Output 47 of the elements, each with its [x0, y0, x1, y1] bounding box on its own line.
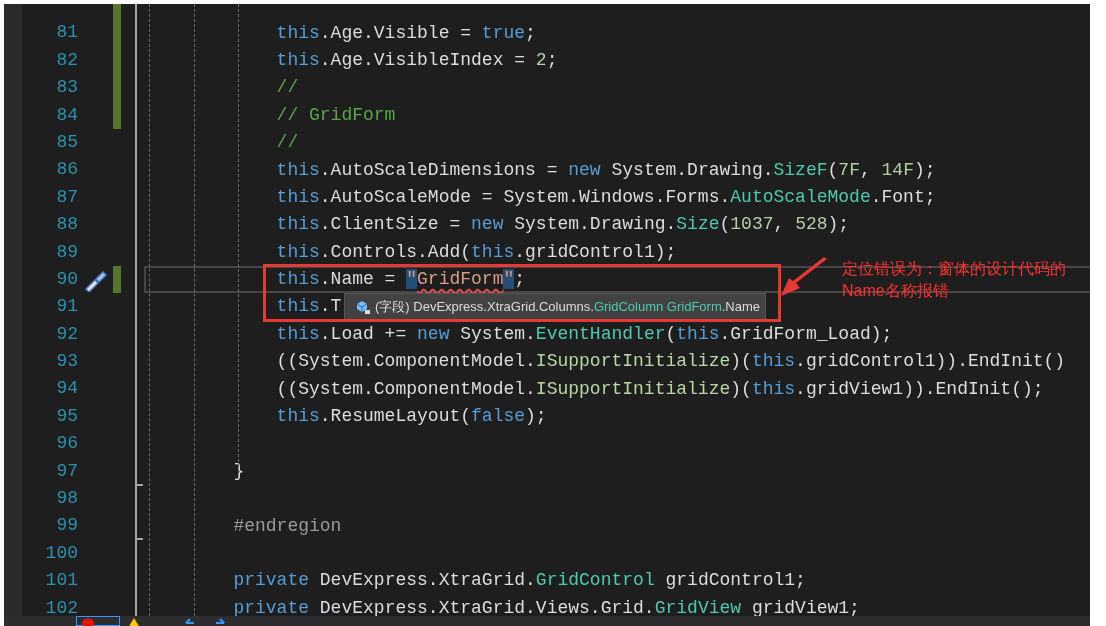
code-line: this.T: [276, 295, 342, 319]
back-arrow-icon[interactable]: [184, 618, 196, 626]
annotation-text: 定位错误为：窗体的设计代码的Name名称报错: [842, 259, 1067, 301]
code-line: this.Age.Visible = true;: [276, 21, 536, 45]
code-line: this.ResumeLayout(false);: [276, 405, 547, 429]
line-number: 102: [45, 597, 78, 616]
line-number: 84: [56, 104, 78, 125]
forward-arrow-icon[interactable]: [214, 618, 226, 626]
line-number: 86: [56, 159, 78, 180]
field-icon: [355, 299, 371, 315]
code-line: this.Load += new System.EventHandler(this.GridForm_Load);: [276, 322, 893, 346]
code-line: this.Controls.Add(this.gridControl1);: [276, 240, 677, 264]
code-line: this.Age.VisibleIndex = 2;: [276, 48, 558, 72]
line-number: 94: [56, 378, 78, 399]
tooltip-text: (字段) DevExpress.XtraGrid.Columns.GridColumn GridForm.Name: [375, 298, 761, 317]
code-line: // GridForm: [276, 103, 396, 127]
code-line: private DevExpress.XtraGrid.Views.Grid.GridView gridView1;: [233, 596, 860, 616]
code-line: ((System.ComponentModel.ISupportInitialize)(this.gridControl1)).EndInit(): [276, 350, 1066, 374]
line-number: 90: [56, 268, 78, 289]
code-editor[interactable]: [4, 4, 1090, 616]
line-number: 89: [56, 241, 78, 262]
line-number: 88: [56, 214, 78, 235]
line-number: 101: [45, 570, 78, 591]
line-number: 99: [56, 515, 78, 536]
warning-icon: [128, 618, 140, 626]
line-number: 83: [56, 77, 78, 98]
code-line: private DevExpress.XtraGrid.GridControl gridControl1;: [233, 569, 806, 593]
line-number: 81: [56, 22, 78, 43]
line-number: 91: [56, 296, 78, 317]
code-line: ((System.ComponentModel.ISupportInitialize)(this.gridView1)).EndInit();: [276, 377, 1044, 401]
line-number: 87: [56, 186, 78, 207]
line-number: 97: [56, 460, 78, 481]
line-number: 92: [56, 323, 78, 344]
code-line: #endregion: [233, 514, 342, 538]
line-number: 95: [56, 405, 78, 426]
line-number: 100: [45, 542, 78, 563]
code-line: this.ClientSize = new System.Drawing.Size(1037, 528);: [276, 213, 850, 237]
code-line: this.AutoScaleDimensions = new System.Drawing.SizeF(7F, 14F);: [276, 158, 936, 182]
code-line: //: [276, 131, 299, 155]
code-line: this.AutoScaleMode = System.Windows.Forms.AutoScaleMode.Font;: [276, 185, 936, 209]
line-number: 85: [56, 131, 78, 152]
code-line: //: [276, 76, 299, 100]
line-number: 96: [56, 433, 78, 454]
line-number: 98: [56, 488, 78, 509]
error-icon: [82, 618, 94, 626]
line-number: 82: [56, 49, 78, 70]
line-number: 93: [56, 351, 78, 372]
